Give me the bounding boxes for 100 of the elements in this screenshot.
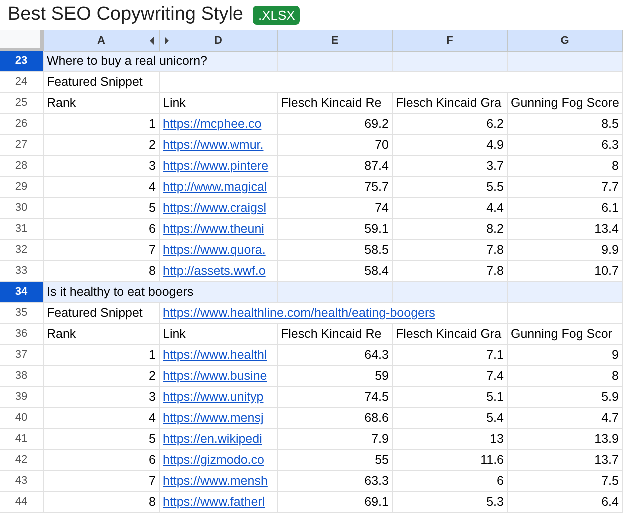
table-cell: 7.9 <box>278 429 393 450</box>
table-cell: 9.9 <box>508 240 623 261</box>
table-cell: Flesch Kincaid Re <box>278 93 393 114</box>
column-header[interactable]: G <box>508 30 623 52</box>
table-cell: 6.1 <box>508 198 623 219</box>
table-cell: 9 <box>508 345 623 366</box>
table-cell: 7 <box>44 240 160 261</box>
url-link[interactable]: https://mcphee.co <box>163 117 262 131</box>
row-header[interactable]: 43 <box>0 471 44 492</box>
table-cell: 7.4 <box>393 366 508 387</box>
row-header[interactable]: 30 <box>0 198 44 219</box>
table-cell: 5.3 <box>393 492 508 513</box>
table-cell: 8.2 <box>393 219 508 240</box>
table-cell: Link <box>160 93 278 114</box>
url-link[interactable]: https://www.wmur. <box>163 138 264 152</box>
table-cell: 5.4 <box>393 408 508 429</box>
row-header[interactable]: 39 <box>0 387 44 408</box>
url-link[interactable]: https://www.unityp <box>163 390 264 404</box>
url-link[interactable]: http://www.magical <box>163 180 268 194</box>
row-header[interactable]: 44 <box>0 492 44 513</box>
table-cell: 2 <box>44 366 160 387</box>
row-header[interactable]: 34 <box>0 282 44 303</box>
column-header[interactable]: D <box>160 30 278 52</box>
table-cell: 68.6 <box>278 408 393 429</box>
table-cell: 13 <box>393 429 508 450</box>
url-link[interactable]: https://www.mensh <box>163 474 268 488</box>
row-header[interactable]: 35 <box>0 303 44 324</box>
table-cell: 87.4 <box>278 156 393 177</box>
table-cell: 5 <box>44 429 160 450</box>
table-cell: Flesch Kincaid Re <box>278 324 393 345</box>
table-cell: 5.5 <box>393 177 508 198</box>
select-all-corner[interactable] <box>0 30 44 52</box>
table-cell: 6 <box>44 219 160 240</box>
row-header[interactable]: 38 <box>0 366 44 387</box>
table-cell: Flesch Kincaid Gra <box>393 324 508 345</box>
table-cell: Featured Snippet <box>44 72 160 93</box>
url-link[interactable]: https://www.theuni <box>163 222 264 236</box>
table-cell: 2 <box>44 135 160 156</box>
table-cell: 3 <box>44 156 160 177</box>
table-cell: 5.9 <box>508 387 623 408</box>
table-cell: 63.3 <box>278 471 393 492</box>
table-cell: Gunning Fog Score <box>508 93 623 114</box>
table-cell: 74 <box>278 198 393 219</box>
row-header[interactable]: 26 <box>0 114 44 135</box>
row-header[interactable]: 31 <box>0 219 44 240</box>
table-cell: 6.2 <box>393 114 508 135</box>
table-cell: 5.1 <box>393 387 508 408</box>
table-cell: Gunning Fog Scor <box>508 324 623 345</box>
table-cell: 3.7 <box>393 156 508 177</box>
table-cell: 7.1 <box>393 345 508 366</box>
row-header[interactable]: 37 <box>0 345 44 366</box>
row-header[interactable]: 23 <box>0 51 44 72</box>
url-link[interactable]: https://www.quora. <box>163 243 266 257</box>
table-cell: Rank <box>44 324 160 345</box>
table-cell: 58.5 <box>278 240 393 261</box>
table-cell: 4.4 <box>393 198 508 219</box>
url-link[interactable]: https://www.pintere <box>163 159 269 173</box>
row-header[interactable]: 25 <box>0 93 44 114</box>
row-header[interactable]: 33 <box>0 261 44 282</box>
column-header[interactable]: E <box>278 30 393 52</box>
table-cell: Is it healthy to eat boogers <box>44 282 278 303</box>
table-cell: 6 <box>393 471 508 492</box>
table-cell: 74.5 <box>278 387 393 408</box>
url-link[interactable]: https://www.craigsl <box>163 201 267 215</box>
row-header[interactable]: 27 <box>0 135 44 156</box>
url-link[interactable]: https://www.healthl <box>163 348 268 362</box>
url-link[interactable]: https://gizmodo.co <box>163 453 264 467</box>
url-link[interactable]: https://www.mensj <box>163 411 264 425</box>
expand-right-icon[interactable] <box>164 37 170 45</box>
table-cell: 59 <box>278 366 393 387</box>
column-header[interactable]: F <box>393 30 508 52</box>
url-link[interactable]: https://www.fatherl <box>163 495 266 509</box>
url-link[interactable]: https://www.busine <box>163 369 268 383</box>
table-cell: 55 <box>278 450 393 471</box>
row-header[interactable]: 42 <box>0 450 44 471</box>
row-header[interactable]: 36 <box>0 324 44 345</box>
row-header[interactable]: 41 <box>0 429 44 450</box>
table-cell: 7.5 <box>508 471 623 492</box>
row-header[interactable]: 28 <box>0 156 44 177</box>
row-header[interactable]: 40 <box>0 408 44 429</box>
row-header[interactable]: 32 <box>0 240 44 261</box>
row-header[interactable]: 29 <box>0 177 44 198</box>
table-cell: 4 <box>44 177 160 198</box>
table-cell: 7 <box>44 471 160 492</box>
table-cell: 4.9 <box>393 135 508 156</box>
url-link[interactable]: http://assets.wwf.o <box>163 264 266 278</box>
url-link[interactable]: https://en.wikipedi <box>163 432 262 446</box>
table-cell: 70 <box>278 135 393 156</box>
snippet-link[interactable]: https://www.healthline.com/health/eating-boogers <box>163 306 436 320</box>
expand-left-icon[interactable] <box>149 37 155 45</box>
table-cell: 7.8 <box>393 240 508 261</box>
row-header[interactable]: 24 <box>0 72 44 93</box>
table-cell: 4 <box>44 408 160 429</box>
table-cell: 8 <box>508 366 623 387</box>
table-cell: 5 <box>44 198 160 219</box>
column-header[interactable]: A <box>44 30 160 52</box>
table-cell: 13.7 <box>508 450 623 471</box>
table-cell: 1 <box>44 114 160 135</box>
table-cell: 8 <box>508 156 623 177</box>
table-cell: 4.7 <box>508 408 623 429</box>
